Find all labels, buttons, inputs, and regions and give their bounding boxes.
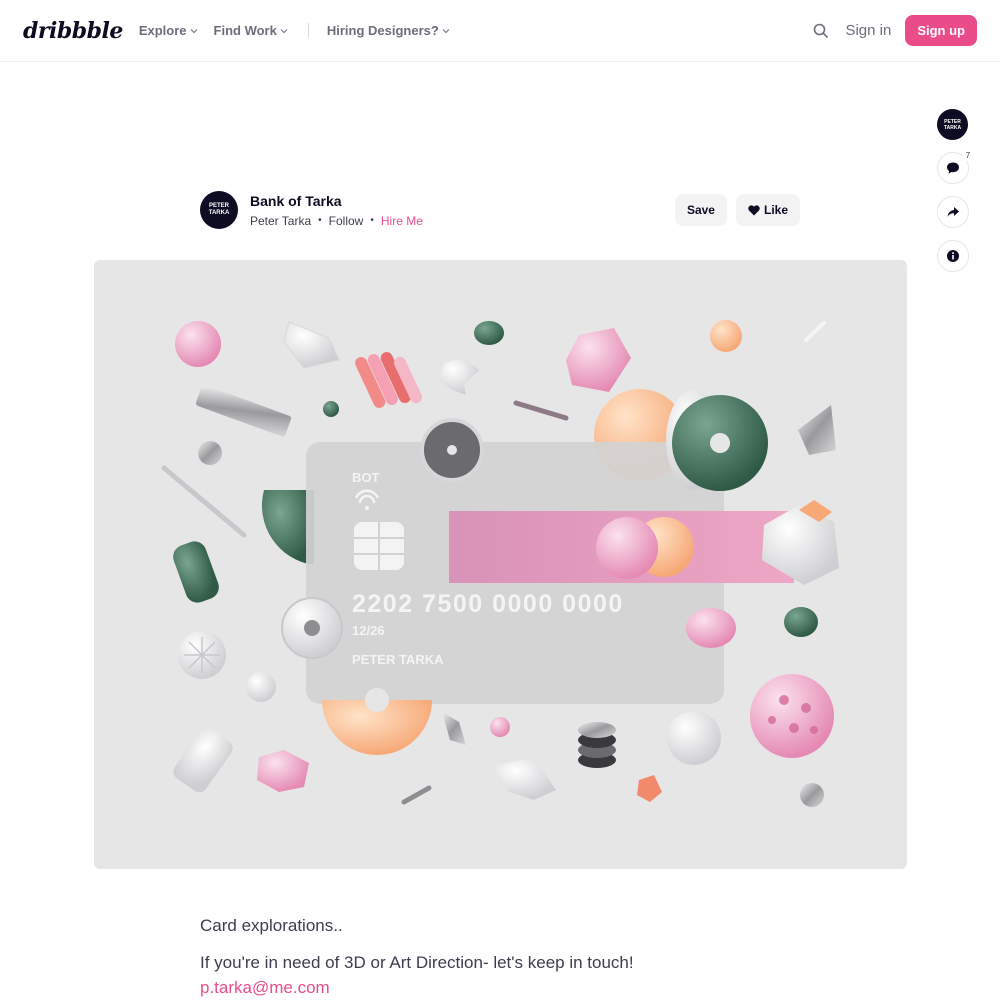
shape-metal-bar <box>195 385 292 437</box>
save-label: Save <box>686 203 715 217</box>
description-line-2: If you're in need of 3D or Art Direction… <box>200 953 634 972</box>
shape-pink-sphere <box>175 321 221 367</box>
card-holder: PETER TARKA <box>352 652 444 667</box>
separator-dot: • <box>318 215 322 226</box>
card-brand: BOT <box>352 470 380 485</box>
save-button[interactable]: Save <box>674 194 727 226</box>
shape-grey-rod <box>401 785 432 805</box>
shot-image[interactable]: BOT 2202 7500 0000 0000 12/26 PETER TARK… <box>94 260 907 869</box>
designer-avatar[interactable]: PETER TARKA <box>937 109 968 140</box>
shape-small-pink-sphere <box>490 717 510 737</box>
shape-pink-gem-2 <box>257 750 309 792</box>
chevron-down-icon <box>280 28 288 33</box>
shape-metal-sphere-2 <box>800 783 824 807</box>
shape-white-prism <box>283 321 340 369</box>
comments-button[interactable]: 7 <box>937 149 974 184</box>
nav-explore-label: Explore <box>138 23 187 38</box>
shape-silver-shard <box>442 712 466 745</box>
separator-dot: • <box>370 215 374 226</box>
shape-pink-gem <box>566 328 631 392</box>
shape-orange-sphere <box>710 320 742 352</box>
details-button[interactable] <box>937 240 969 272</box>
shape-small-green-sphere <box>323 401 339 417</box>
author-name[interactable]: Peter Tarka <box>250 214 311 228</box>
shape-white-studded-disc <box>667 711 721 765</box>
byline: Peter Tarka • Follow • Hire Me <box>250 214 423 228</box>
email-link[interactable]: p.tarka@me.com <box>200 976 800 1000</box>
nav-find-work-label: Find Work <box>213 23 277 38</box>
shot-illustration: BOT 2202 7500 0000 0000 12/26 PETER TARK… <box>161 320 839 807</box>
sign-up-button[interactable]: Sign up <box>905 15 977 46</box>
shape-white-fan <box>178 631 226 679</box>
shape-rod <box>513 400 569 421</box>
heart-icon <box>748 204 760 215</box>
description-line-1: Card explorations.. <box>200 916 343 935</box>
search-icon[interactable] <box>813 23 829 39</box>
card-expiry: 12/26 <box>352 623 385 638</box>
shape-white-knot <box>439 358 479 395</box>
author-avatar[interactable]: PETER TARKA <box>200 191 238 229</box>
follow-link[interactable]: Follow <box>329 214 364 228</box>
share-icon <box>947 207 959 217</box>
comment-icon <box>947 162 959 174</box>
comment-count: 7 <box>962 149 974 161</box>
shape-pink-wiffle-ball <box>750 674 834 758</box>
shape-green-disc <box>474 321 504 345</box>
shot-header: PETER TARKA Bank of Tarka Peter Tarka • … <box>200 190 800 230</box>
shot-description: Card explorations.. If you're in need of… <box>200 914 800 1000</box>
shape-ribbed-cylinder <box>173 541 219 603</box>
nav-explore[interactable]: Explore <box>139 23 198 38</box>
like-label: Like <box>763 203 788 217</box>
shape-pink-sphere-2 <box>596 517 658 579</box>
hire-me-link[interactable]: Hire Me <box>381 214 423 228</box>
shape-white-stick <box>804 321 826 342</box>
nav-divider <box>307 23 309 38</box>
nav-hiring-designers[interactable]: Hiring Designers? <box>327 23 450 38</box>
shape-white-sphere <box>246 672 276 702</box>
shape-orange-crystal <box>637 775 662 802</box>
shape-tube-bundle <box>355 352 423 408</box>
shape-coin-stack <box>578 722 616 768</box>
shape-pink-pill <box>686 608 736 648</box>
nav-find-work[interactable]: Find Work <box>214 23 288 38</box>
info-icon <box>947 250 959 262</box>
shape-white-tee <box>494 758 556 800</box>
like-button[interactable]: Like <box>735 194 800 226</box>
shot-title: Bank of Tarka <box>250 192 342 209</box>
shot-actions: Save Like <box>666 194 800 226</box>
chevron-down-icon <box>442 28 450 33</box>
top-nav: dribbble Explore Find Work Hiring Design… <box>0 0 1000 62</box>
card-number: 2202 7500 0000 0000 <box>352 590 624 618</box>
chip-icon <box>354 522 404 570</box>
chevron-down-icon <box>190 28 197 33</box>
shot-side-rail: PETER TARKA 7 <box>937 109 974 272</box>
shot-meta: Bank of Tarka Peter Tarka • Follow • Hir… <box>250 193 423 228</box>
nav-hiring-designers-label: Hiring Designers? <box>326 23 439 38</box>
shape-green-pebble <box>784 607 818 637</box>
shape-metal-sphere <box>198 441 222 465</box>
header-actions: Sign in Sign up <box>813 15 977 46</box>
shape-white-block <box>173 727 233 793</box>
shape-silver-crystal <box>798 405 836 455</box>
shape-silver-rod <box>161 465 247 538</box>
sign-in-link[interactable]: Sign in <box>845 22 891 39</box>
share-button[interactable] <box>937 196 969 228</box>
dribbble-logo[interactable]: dribbble <box>23 18 123 44</box>
